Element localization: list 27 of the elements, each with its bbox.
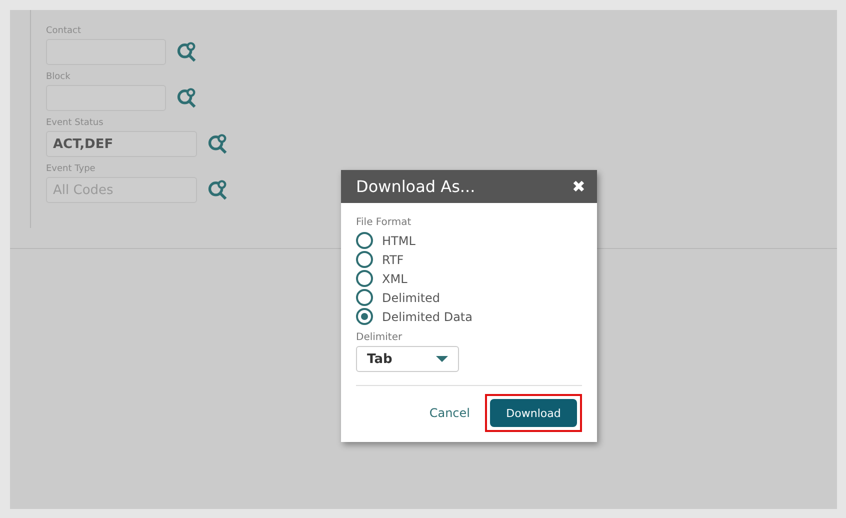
input-field[interactable]: ACT,DEF [46, 131, 197, 157]
search-icon[interactable] [176, 41, 198, 63]
radio-button[interactable] [356, 289, 373, 306]
caret-icon [436, 356, 448, 362]
radio-button[interactable] [356, 251, 373, 268]
field-label: Block [46, 72, 72, 82]
radio-label: Delimited Data [382, 310, 472, 324]
search-icon[interactable] [207, 179, 229, 201]
radio-label: HTML [382, 234, 416, 248]
cancel-button[interactable]: Cancel [425, 402, 474, 424]
radio-button[interactable] [356, 270, 373, 287]
field-label: Event Status [46, 118, 104, 128]
radio-label: Delimited [382, 290, 440, 304]
radio-button[interactable] [356, 308, 373, 325]
radio-label: RTF [382, 252, 404, 266]
search-icon[interactable] [176, 87, 198, 109]
search-icon[interactable] [207, 133, 229, 155]
field-label: Contact [46, 26, 82, 36]
radio-label: XML [382, 272, 408, 286]
field-label: Delimiter [356, 332, 404, 343]
field-label: File Format [356, 217, 412, 228]
radio-button[interactable] [356, 232, 373, 249]
field-label: Event Type [46, 164, 96, 174]
delimiter-dropdown[interactable]: Tab [356, 346, 459, 372]
download-button[interactable]: Download [490, 399, 577, 427]
dialog-title: Download As... [356, 177, 476, 196]
close-button[interactable]: ✖ [572, 176, 585, 196]
